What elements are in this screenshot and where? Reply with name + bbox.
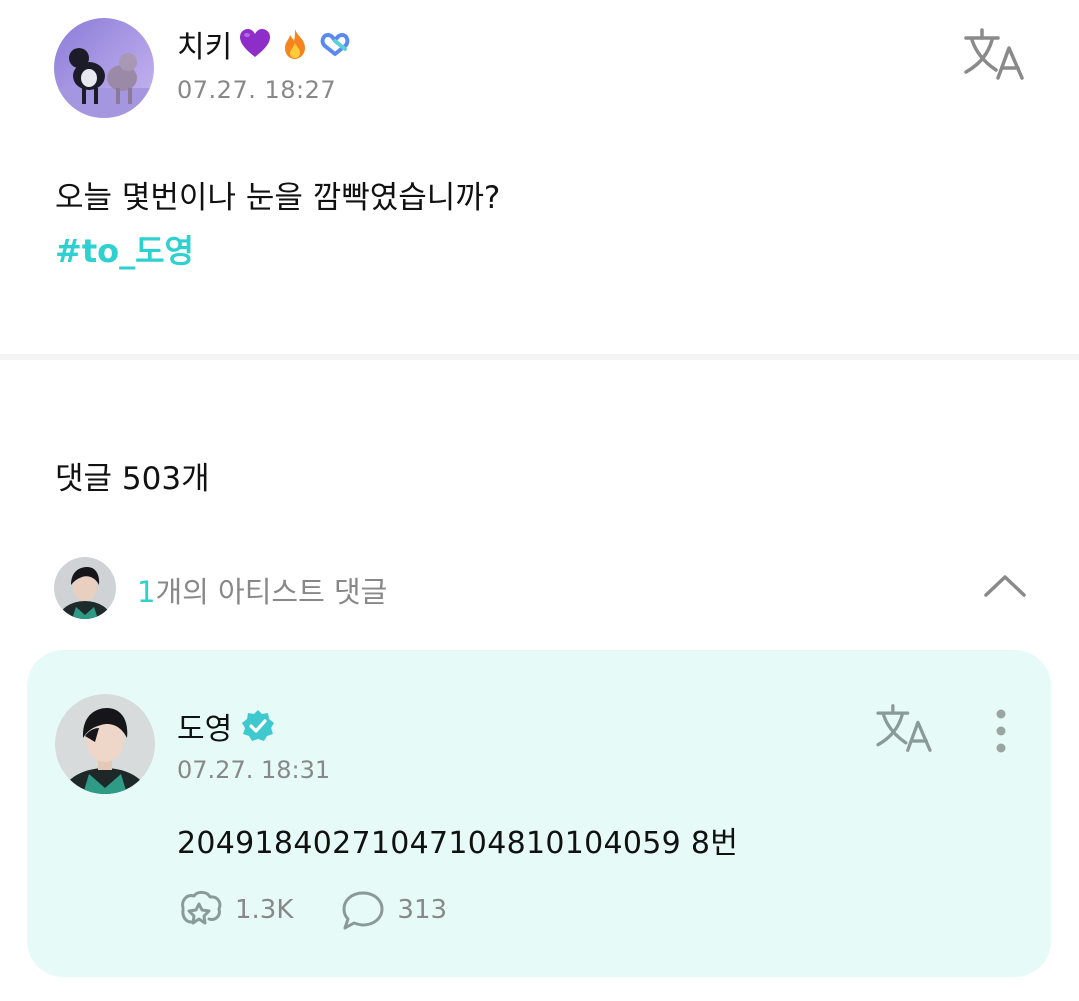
more-options-icon[interactable] — [987, 706, 1015, 756]
comment-actions: 1.3K 313 — [177, 888, 493, 932]
fire-icon — [285, 29, 306, 59]
post-author[interactable]: 치키 — [177, 22, 352, 66]
post: 치키 07.27. 18:27 오늘 몇번이나 눈을 깜빡였습니까? #to_도… — [0, 0, 1079, 355]
section-divider — [0, 354, 1079, 360]
reply-count: 313 — [397, 895, 448, 925]
artist-comment-card: 도영 07.27. 18:31 204918402710471048101040… — [27, 650, 1051, 977]
translate-icon[interactable] — [962, 26, 1026, 82]
artist-avatar — [54, 557, 116, 619]
post-body-text: 오늘 몇번이나 눈을 깜빡였습니까? — [55, 180, 501, 216]
post-timestamp: 07.27. 18:27 — [177, 76, 337, 104]
verified-badge-icon — [242, 710, 275, 741]
like-button[interactable]: 1.3K — [177, 888, 293, 932]
artist-comments-count: 1 — [137, 575, 156, 609]
post-author-avatar[interactable] — [54, 18, 154, 118]
infinity-icon — [320, 33, 350, 56]
artist-comments-label: 1개의 아티스트 댓글 — [137, 569, 387, 611]
comment-author-name: 도영 — [177, 712, 233, 747]
chevron-up-icon[interactable] — [982, 571, 1028, 599]
artist-comments-text: 개의 아티스트 댓글 — [155, 575, 388, 609]
comment-author[interactable]: 도영 — [177, 704, 276, 748]
artist-comments-toggle[interactable]: 1개의 아티스트 댓글 — [0, 555, 1079, 621]
comment-count-heading: 댓글 503개 — [55, 461, 210, 497]
translate-icon[interactable] — [873, 702, 935, 754]
post-hashtag[interactable]: #to_도영 — [55, 226, 194, 272]
like-count: 1.3K — [235, 895, 294, 925]
post-author-name: 치키 — [177, 30, 233, 65]
comment-timestamp: 07.27. 18:31 — [177, 756, 331, 784]
comment-author-avatar[interactable] — [55, 694, 155, 794]
purple-heart-icon — [240, 29, 271, 57]
comment-text: 20491840271047104810104059 8번 — [177, 826, 739, 861]
like-icon — [181, 890, 222, 925]
reply-button[interactable]: 313 — [339, 888, 447, 932]
speech-bubble-icon — [342, 891, 384, 930]
